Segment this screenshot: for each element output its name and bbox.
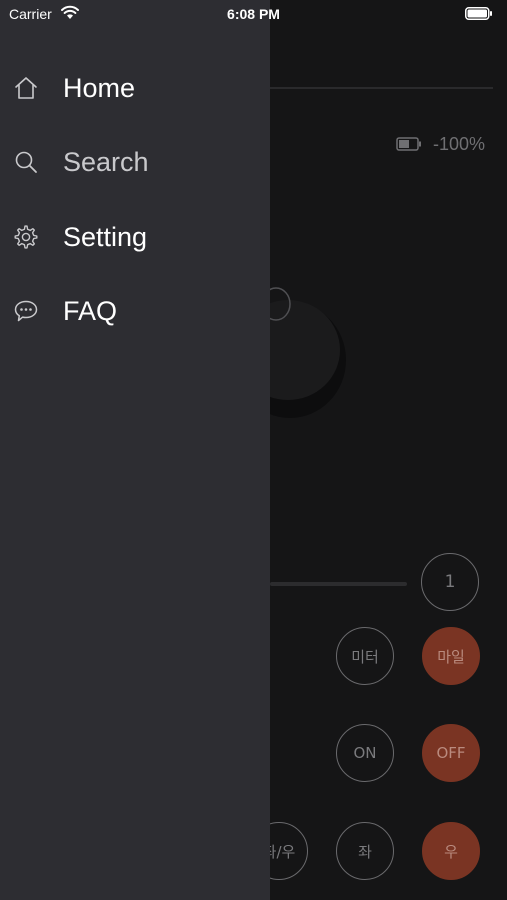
off-button-label: OFF — [436, 744, 466, 762]
right-button[interactable]: 우 — [422, 822, 480, 880]
home-icon — [15, 77, 37, 99]
mile-button[interactable]: 마일 — [422, 627, 480, 685]
drawer-item-label: FAQ — [63, 296, 118, 326]
drawer-item-setting[interactable]: Setting — [0, 210, 270, 264]
drawer-item-search[interactable]: Search — [0, 135, 270, 189]
drawer-item-home[interactable]: Home — [0, 61, 270, 115]
mile-button-label: 마일 — [437, 647, 465, 666]
drawer-item-label: Search — [63, 147, 149, 177]
chat-bubble-icon — [14, 300, 38, 322]
count-button-label: 1 — [444, 572, 456, 592]
left-button[interactable]: 좌 — [336, 822, 394, 880]
on-button[interactable]: ON — [336, 724, 394, 782]
side-drawer: Home Search Setting FAQ — [0, 0, 270, 900]
right-button-label: 우 — [444, 842, 458, 861]
count-button[interactable]: 1 — [421, 553, 479, 611]
header-divider — [270, 87, 493, 89]
drawer-item-label: Setting — [63, 222, 148, 252]
meter-button[interactable]: 미터 — [336, 627, 394, 685]
gear-icon — [14, 225, 38, 249]
meter-button-label: 미터 — [351, 647, 379, 666]
drawer-item-label: Home — [63, 73, 136, 103]
off-button[interactable]: OFF — [422, 724, 480, 782]
battery-icon — [396, 137, 421, 151]
battery-status-icon — [465, 7, 492, 20]
on-button-label: ON — [353, 744, 377, 762]
status-time: 6:08 PM — [227, 6, 280, 22]
search-icon — [15, 151, 37, 173]
left-button-label: 좌 — [358, 842, 372, 861]
battery-percentage: -100% — [433, 134, 486, 154]
status-bar: Carrier 6:08 PM — [0, 0, 507, 28]
distance-slider-track[interactable] — [270, 582, 407, 586]
drawer-item-faq[interactable]: FAQ — [0, 284, 270, 338]
